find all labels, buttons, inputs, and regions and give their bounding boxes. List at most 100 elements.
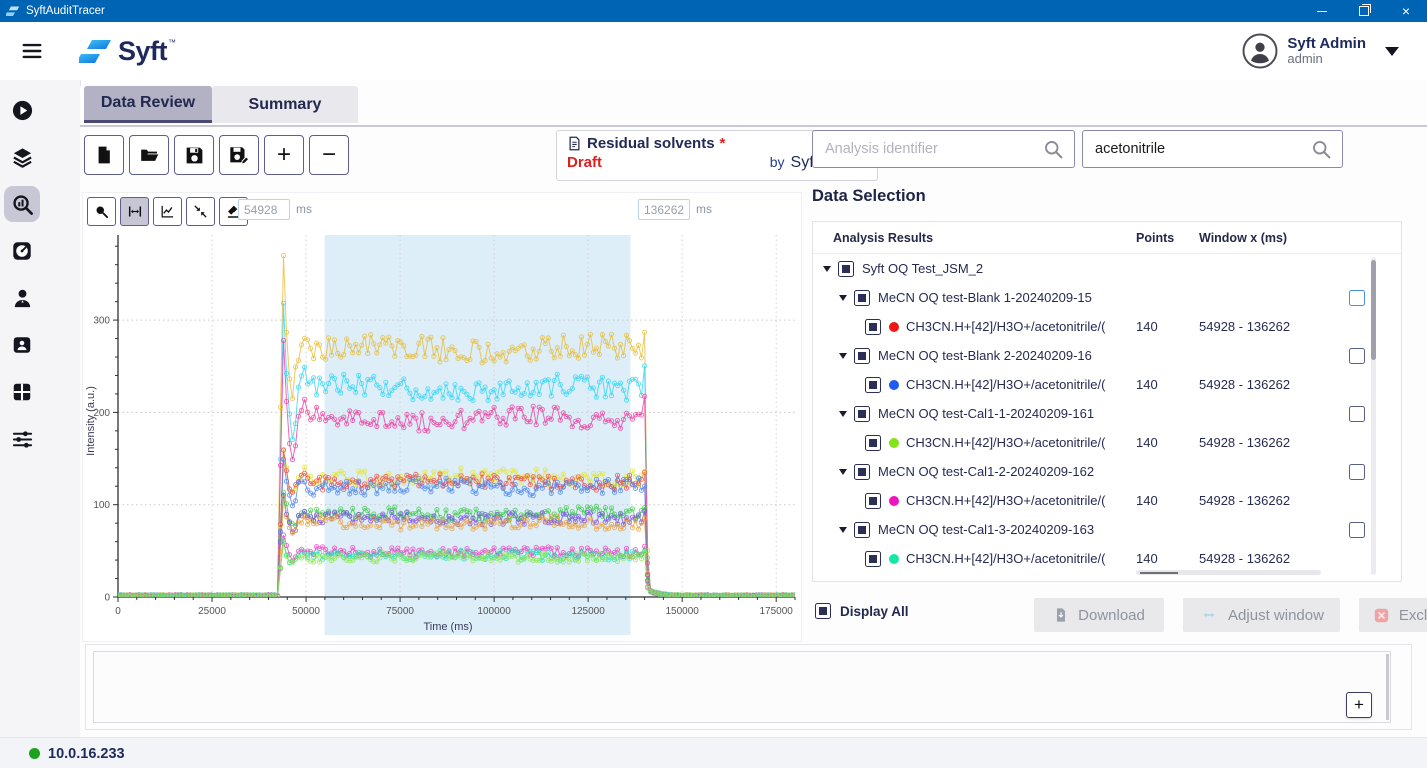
svg-text:100: 100 xyxy=(93,500,110,511)
select-checkbox[interactable] xyxy=(1349,464,1365,480)
select-checkbox[interactable] xyxy=(1349,290,1365,306)
new-document-button[interactable] xyxy=(84,135,124,175)
sidebar-item-contact-card[interactable] xyxy=(4,327,40,363)
sidebar-item-search-analytics[interactable] xyxy=(4,186,40,222)
tree-row[interactable]: MeCN OQ test-Cal1-3-20240209-163 xyxy=(813,515,1399,544)
tree-row[interactable]: CH3CN.H+[42]/H3O+/acetonitrile/(14054928… xyxy=(813,370,1399,399)
display-all-control[interactable]: Display All xyxy=(815,603,909,619)
row-checkbox[interactable] xyxy=(865,377,881,393)
row-checkbox[interactable] xyxy=(854,406,870,422)
tree-row[interactable]: CH3CN.H+[42]/H3O+/acetonitrile/(14054928… xyxy=(813,428,1399,457)
tree-row[interactable]: MeCN OQ test-Cal1-1-20240209-161 xyxy=(813,399,1399,428)
trace-color-dot xyxy=(889,322,899,332)
expand-caret-icon[interactable] xyxy=(823,266,831,272)
tree-row[interactable]: MeCN OQ test-Blank 1-20240209-15 xyxy=(813,283,1399,312)
add-annotation-button[interactable]: + xyxy=(1346,692,1372,718)
save-as-button[interactable] xyxy=(219,135,259,175)
zoom-magnifier-tool-button[interactable] xyxy=(87,197,116,226)
analysis-identifier-input[interactable] xyxy=(813,141,1043,157)
restore-button[interactable] xyxy=(1343,0,1385,22)
sidebar-item-operator-person[interactable] xyxy=(4,280,40,316)
minus-button[interactable]: − xyxy=(309,135,349,175)
window-titlebar: SyftAuditTracer × xyxy=(0,0,1427,22)
tree-row[interactable]: CH3CN.H+[42]/H3O+/acetonitrile/(14054928… xyxy=(813,312,1399,341)
bottom-panel-scrollbar[interactable] xyxy=(1386,654,1389,720)
plus-button[interactable]: + xyxy=(264,135,304,175)
fit-view-tool-button[interactable] xyxy=(186,197,215,226)
sidebar-item-sliders[interactable] xyxy=(4,421,40,457)
row-points: 140 xyxy=(1136,551,1158,566)
row-label: Syft OQ Test_JSM_2 xyxy=(862,261,983,276)
row-label: MeCN OQ test-Blank 2-20240209-16 xyxy=(878,348,1092,363)
window-end-input[interactable] xyxy=(638,199,690,220)
horizontal-span-tool-button[interactable] xyxy=(120,197,149,226)
user-menu[interactable]: Syft Admin admin xyxy=(1242,33,1399,69)
hamburger-menu-icon[interactable] xyxy=(17,36,47,66)
row-checkbox[interactable] xyxy=(865,319,881,335)
tab-summary[interactable]: Summary xyxy=(212,86,358,123)
brand-text: Syft xyxy=(118,38,167,65)
compound-search xyxy=(1082,130,1343,168)
row-checkbox[interactable] xyxy=(854,522,870,538)
row-checkbox[interactable] xyxy=(865,493,881,509)
expand-caret-icon[interactable] xyxy=(839,295,847,301)
chromatogram-chart[interactable]: 0100200300025000500007500010000012500015… xyxy=(83,231,801,641)
row-checkbox[interactable] xyxy=(838,261,854,277)
expand-caret-icon[interactable] xyxy=(839,411,847,417)
compound-search-input[interactable] xyxy=(1083,141,1311,157)
row-checkbox[interactable] xyxy=(865,435,881,451)
row-label: MeCN OQ test-Cal1-1-20240209-161 xyxy=(878,406,1094,421)
sidebar-item-grid[interactable] xyxy=(4,374,40,410)
expand-caret-icon[interactable] xyxy=(839,469,847,475)
layers-icon xyxy=(11,146,34,169)
row-checkbox[interactable] xyxy=(854,348,870,364)
display-all-checkbox[interactable] xyxy=(815,603,831,619)
analysis-identifier-search xyxy=(812,130,1075,168)
tab-data-review[interactable]: Data Review xyxy=(84,86,212,123)
select-checkbox[interactable] xyxy=(1349,348,1365,364)
select-checkbox[interactable] xyxy=(1349,522,1365,538)
tree-vertical-scrollbar[interactable] xyxy=(1371,257,1376,575)
row-checkbox[interactable] xyxy=(854,464,870,480)
close-button[interactable]: × xyxy=(1385,0,1427,22)
row-label: MeCN OQ test-Cal1-2-20240209-162 xyxy=(878,464,1094,479)
open-folder-icon xyxy=(138,145,161,165)
exclude-label: Exclude xyxy=(1399,607,1427,624)
row-checkbox[interactable] xyxy=(854,290,870,306)
search-icon[interactable] xyxy=(1043,139,1064,160)
row-window: 54928 - 136262 xyxy=(1199,377,1290,392)
line-chart-tool-button[interactable] xyxy=(153,197,182,226)
window-start-unit: ms xyxy=(296,202,312,216)
chevron-down-icon[interactable] xyxy=(1385,47,1399,56)
minimize-button[interactable] xyxy=(1301,0,1343,22)
tree-horizontal-scrollbar[interactable] xyxy=(1136,570,1321,575)
row-label: CH3CN.H+[42]/H3O+/acetonitrile/( xyxy=(906,435,1105,450)
tree-row[interactable]: CH3CN.H+[42]/H3O+/acetonitrile/(14054928… xyxy=(813,486,1399,515)
expand-caret-icon[interactable] xyxy=(839,527,847,533)
tab-label: Data Review xyxy=(101,94,195,112)
tree-row[interactable]: MeCN OQ test-Blank 2-20240209-16 xyxy=(813,341,1399,370)
adjust-window-button[interactable]: Adjust window xyxy=(1183,598,1340,632)
tree-row[interactable]: Syft OQ Test_JSM_2 xyxy=(813,254,1399,283)
save-button[interactable] xyxy=(174,135,214,175)
select-checkbox[interactable] xyxy=(1349,406,1365,422)
sidebar-item-layers[interactable] xyxy=(4,139,40,175)
row-checkbox[interactable] xyxy=(865,551,881,567)
status-bar: 10.0.16.233 xyxy=(0,737,1427,768)
search-icon[interactable] xyxy=(1311,139,1332,160)
sidebar-item-play-circle[interactable] xyxy=(4,92,40,128)
exclude-button[interactable]: Exclude xyxy=(1359,598,1427,632)
open-folder-button[interactable] xyxy=(129,135,169,175)
sidebar-item-gauge[interactable] xyxy=(4,233,40,269)
data-selection-title: Data Selection xyxy=(812,187,926,206)
window-start-input[interactable] xyxy=(238,199,290,220)
download-button[interactable]: Download xyxy=(1034,598,1164,632)
col-window-x: Window x (ms) xyxy=(1199,231,1287,245)
tree-row[interactable]: MeCN OQ test-Cal1-2-20240209-162 xyxy=(813,457,1399,486)
svg-text:75000: 75000 xyxy=(386,606,414,617)
grid-icon xyxy=(11,381,33,403)
tree-row[interactable]: CH3CN.H+[42]/H3O+/acetonitrile/(14054928… xyxy=(813,544,1399,573)
display-all-label: Display All xyxy=(840,604,909,619)
svg-text:175000: 175000 xyxy=(760,606,794,617)
expand-caret-icon[interactable] xyxy=(839,353,847,359)
